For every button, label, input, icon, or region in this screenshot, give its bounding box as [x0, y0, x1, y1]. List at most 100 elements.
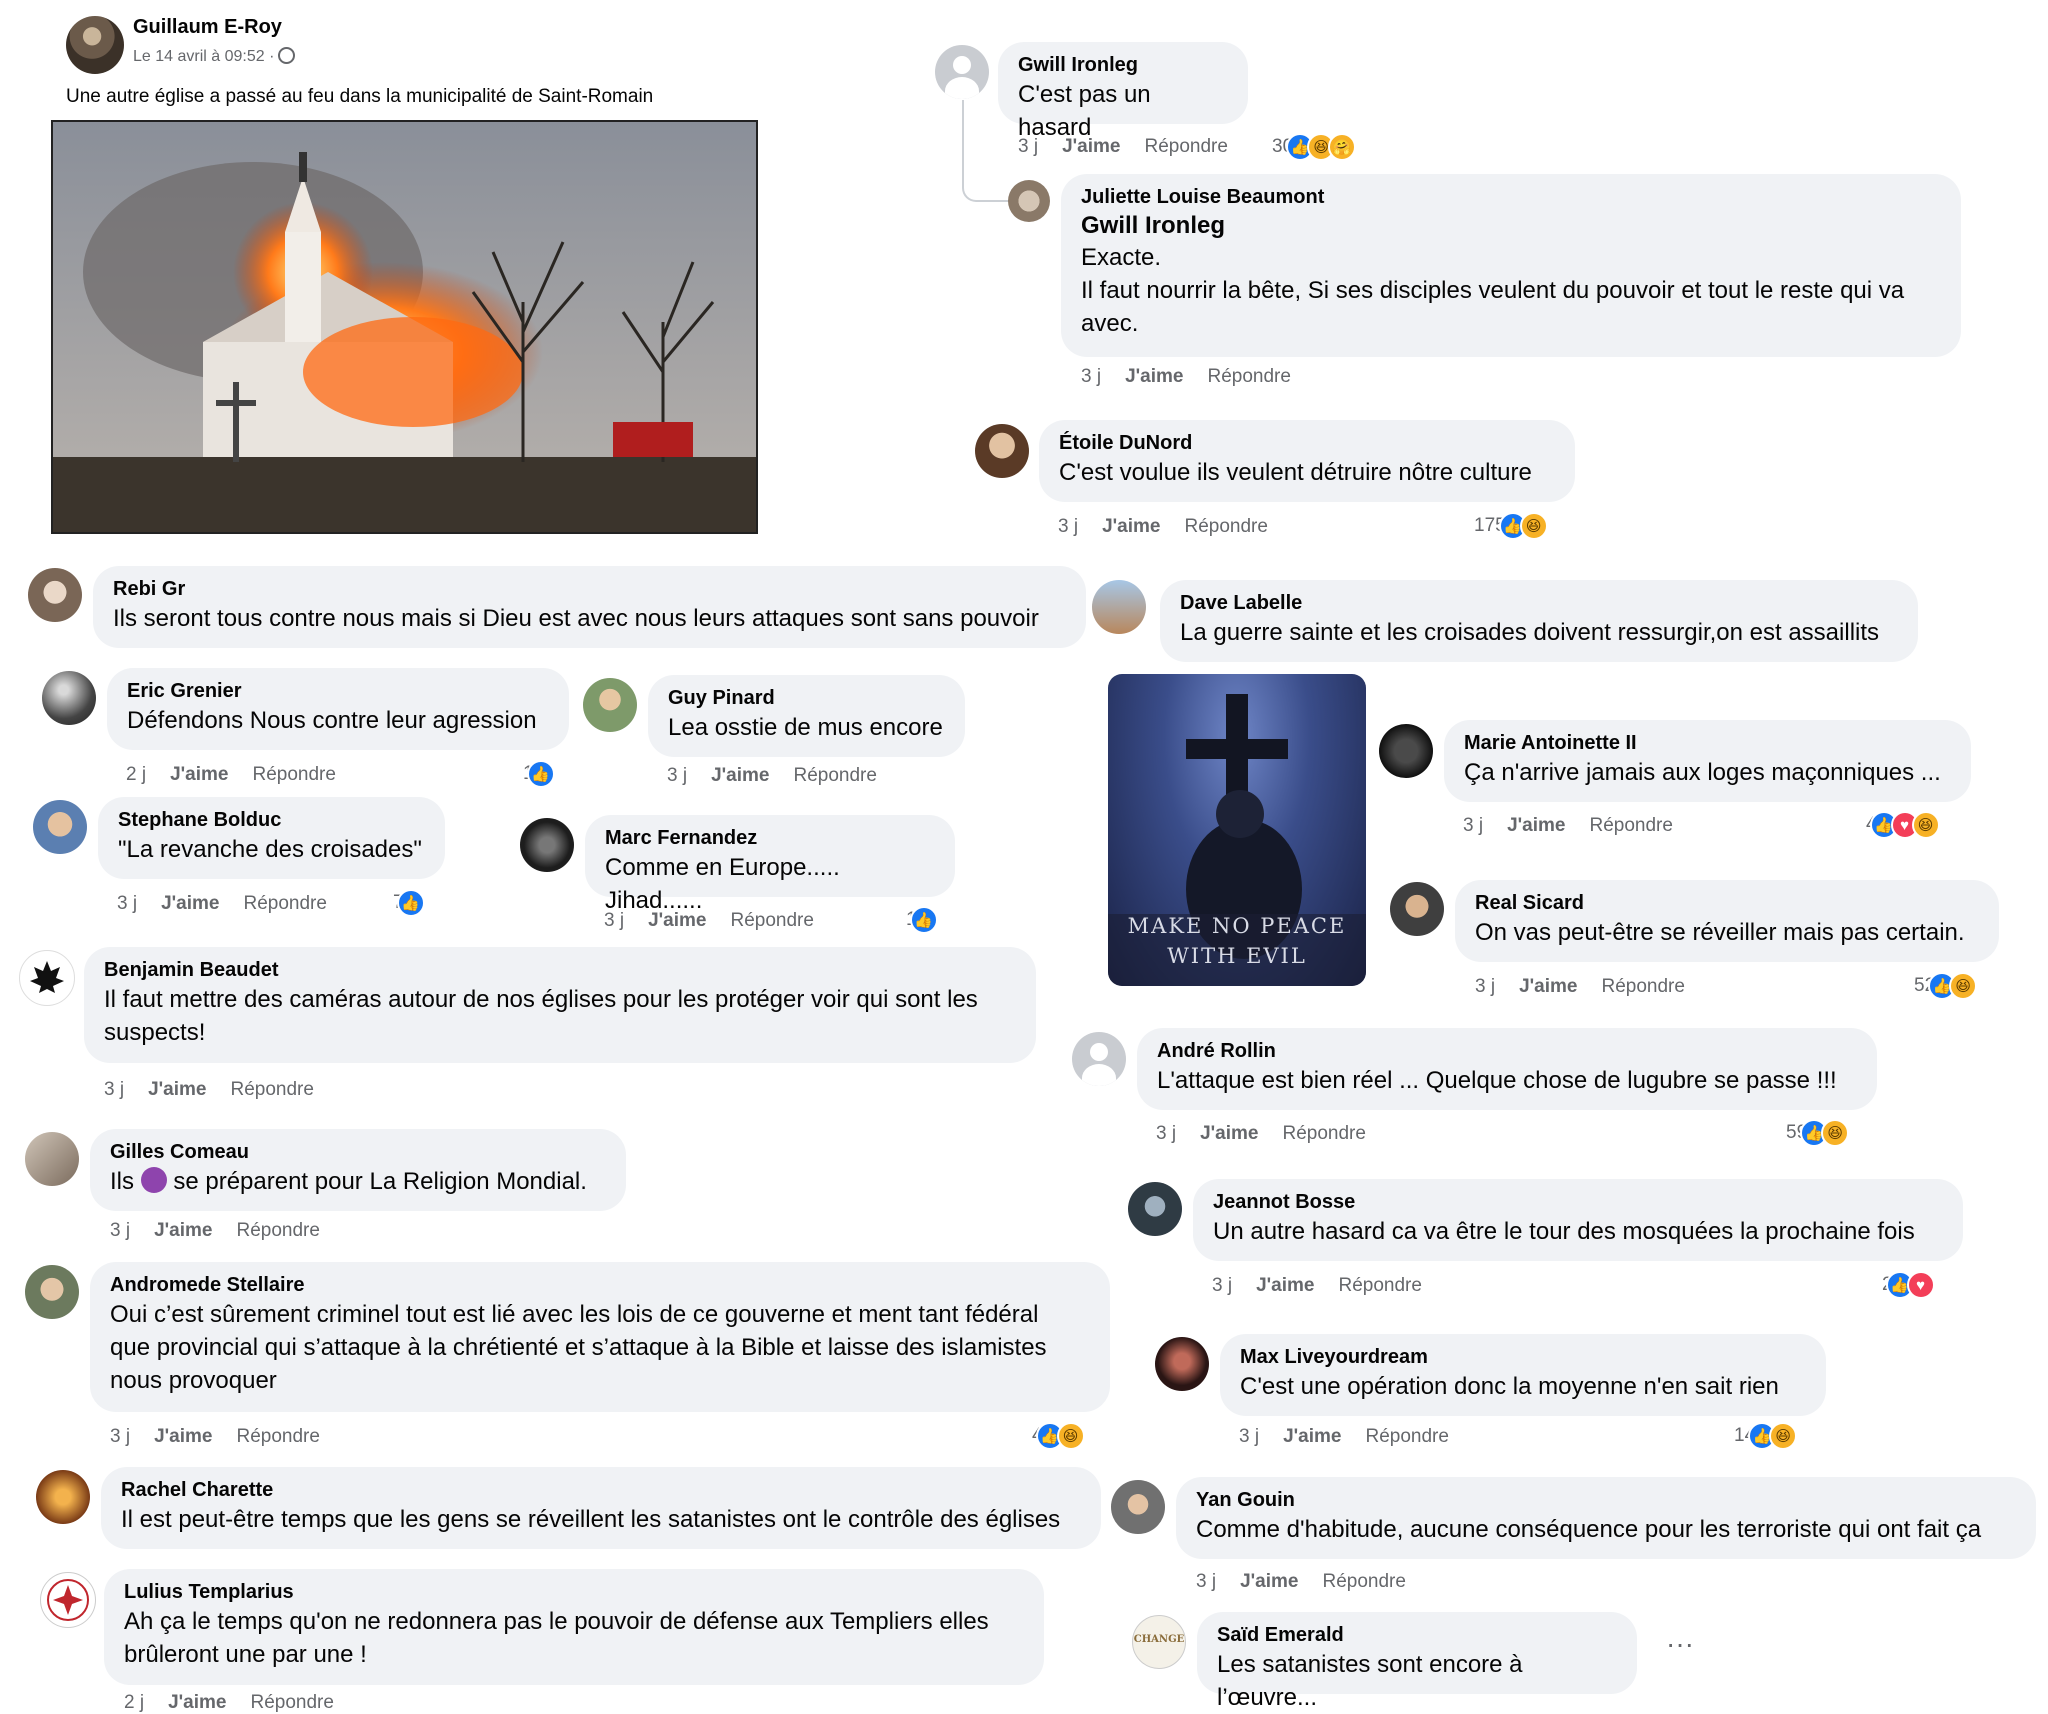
reply-button[interactable]: Répondre: [730, 910, 813, 931]
like-button[interactable]: J'aime: [1200, 1123, 1258, 1144]
reply-button[interactable]: Répondre: [252, 764, 335, 785]
avatar-jeannot[interactable]: [1128, 1182, 1182, 1236]
comment-author-marie[interactable]: Marie Antoinette II: [1464, 730, 1951, 756]
like-button[interactable]: J'aime: [148, 1079, 206, 1100]
comment-author-gwill[interactable]: Gwill Ironleg: [1018, 52, 1228, 78]
comment-author-marc[interactable]: Marc Fernandez: [605, 825, 935, 851]
avatar-lulius[interactable]: [40, 1572, 96, 1628]
reactions-marie[interactable]: 4 👍♥😆: [1866, 811, 1940, 839]
comment-time[interactable]: 3 j: [1463, 815, 1483, 836]
comment-author-andromede[interactable]: Andromede Stellaire: [110, 1272, 1090, 1298]
post-photo-church-fire[interactable]: [51, 120, 758, 534]
post-author-name[interactable]: Guillaum E-Roy: [133, 16, 282, 39]
like-button[interactable]: J'aime: [170, 764, 228, 785]
comment-time[interactable]: 3 j: [1081, 366, 1101, 387]
reply-button[interactable]: Répondre: [1589, 815, 1672, 836]
reply-button[interactable]: Répondre: [1338, 1275, 1421, 1296]
comment-author-etoile[interactable]: Étoile DuNord: [1059, 430, 1555, 456]
avatar-dave[interactable]: [1092, 580, 1146, 634]
avatar-rachel[interactable]: [36, 1470, 90, 1524]
like-button[interactable]: J'aime: [161, 893, 219, 914]
comment-author-max[interactable]: Max Liveyourdream: [1240, 1344, 1806, 1370]
comment-author-lulius[interactable]: Lulius Templarius: [124, 1579, 1024, 1605]
comment-author-rachel[interactable]: Rachel Charette: [121, 1477, 1081, 1503]
like-button[interactable]: J'aime: [1062, 136, 1120, 157]
avatar-andromede[interactable]: [25, 1265, 79, 1319]
avatar-gilles[interactable]: [25, 1132, 79, 1186]
reactions-etoile[interactable]: 175 👍 😆: [1474, 512, 1548, 540]
avatar-yan[interactable]: [1111, 1480, 1165, 1534]
like-button[interactable]: J'aime: [1125, 366, 1183, 387]
like-button[interactable]: J'aime: [1283, 1426, 1341, 1447]
reactions-eric[interactable]: 1 👍: [523, 760, 555, 788]
more-options-icon[interactable]: ···: [1666, 1628, 1694, 1660]
comment-time[interactable]: 3 j: [1475, 976, 1495, 997]
comment-time[interactable]: 3 j: [1212, 1275, 1232, 1296]
comment-author-real[interactable]: Real Sicard: [1475, 890, 1979, 916]
like-button[interactable]: J'aime: [648, 910, 706, 931]
comment-time[interactable]: 3 j: [110, 1426, 130, 1447]
reactions-stephane[interactable]: 7 👍: [393, 889, 425, 917]
like-button[interactable]: J'aime: [1519, 976, 1577, 997]
like-button[interactable]: J'aime: [154, 1426, 212, 1447]
avatar-andre[interactable]: [1072, 1032, 1126, 1086]
comment-author-dave[interactable]: Dave Labelle: [1180, 590, 1898, 616]
comment-time[interactable]: 3 j: [1239, 1426, 1259, 1447]
comment-time[interactable]: 2 j: [126, 764, 146, 785]
reply-button[interactable]: Répondre: [1322, 1571, 1405, 1592]
comment-author-gilles[interactable]: Gilles Comeau: [110, 1139, 606, 1165]
reply-button[interactable]: Répondre: [1601, 976, 1684, 997]
avatar-guy[interactable]: [583, 678, 637, 732]
comment-time[interactable]: 3 j: [1058, 516, 1078, 537]
reply-button[interactable]: Répondre: [1282, 1123, 1365, 1144]
reply-button[interactable]: Répondre: [1207, 366, 1290, 387]
comment-author-guy[interactable]: Guy Pinard: [668, 685, 945, 711]
avatar-gwill[interactable]: [935, 45, 989, 99]
comment-author-benjamin[interactable]: Benjamin Beaudet: [104, 957, 1016, 983]
reactions-andre[interactable]: 59 👍 😆: [1786, 1119, 1850, 1147]
reply-button[interactable]: Répondre: [236, 1426, 319, 1447]
reply-button[interactable]: Répondre: [1365, 1426, 1448, 1447]
like-button[interactable]: J'aime: [711, 765, 769, 786]
comment-time[interactable]: 3 j: [1196, 1571, 1216, 1592]
reply-button[interactable]: Répondre: [230, 1079, 313, 1100]
post-date[interactable]: Le 14 avril à 09:52 ·: [133, 48, 274, 65]
avatar-stephane[interactable]: [33, 800, 87, 854]
reply-button[interactable]: Répondre: [1144, 136, 1227, 157]
comment-time[interactable]: 3 j: [117, 893, 137, 914]
reactions-max[interactable]: 14 👍 😆: [1734, 1422, 1798, 1450]
avatar-eric[interactable]: [42, 671, 96, 725]
reactions-gwill[interactable]: 30 👍 😆 🤗: [1272, 133, 1357, 161]
reactions-marc[interactable]: 1 👍: [906, 906, 938, 934]
reply-button[interactable]: Répondre: [1184, 516, 1267, 537]
reactions-real[interactable]: 52 👍 😆: [1914, 972, 1978, 1000]
comment-time[interactable]: 3 j: [110, 1220, 130, 1241]
avatar-said[interactable]: CHANGE: [1132, 1615, 1186, 1669]
reply-button[interactable]: Répondre: [793, 765, 876, 786]
like-button[interactable]: J'aime: [1240, 1571, 1298, 1592]
comment-time[interactable]: 3 j: [104, 1079, 124, 1100]
comment-author-andre[interactable]: André Rollin: [1157, 1038, 1857, 1064]
comment-time[interactable]: 3 j: [667, 765, 687, 786]
reactions-andromede[interactable]: 4 👍😆: [1032, 1422, 1085, 1450]
reply-button[interactable]: Répondre: [236, 1220, 319, 1241]
like-button[interactable]: J'aime: [154, 1220, 212, 1241]
comment-author-stephane[interactable]: Stephane Bolduc: [118, 807, 425, 833]
like-button[interactable]: J'aime: [1102, 516, 1160, 537]
comment-time[interactable]: 3 j: [1018, 136, 1038, 157]
like-button[interactable]: J'aime: [1507, 815, 1565, 836]
avatar-marie[interactable]: [1379, 724, 1433, 778]
comment-author-juliette[interactable]: Juliette Louise Beaumont: [1081, 184, 1941, 210]
comment-author-eric[interactable]: Eric Grenier: [127, 678, 549, 704]
post-timestamp[interactable]: Le 14 avril à 09:52 ·: [133, 47, 296, 66]
post-author-avatar[interactable]: [66, 16, 124, 74]
like-button[interactable]: J'aime: [1256, 1275, 1314, 1296]
comment-image-make-no-peace[interactable]: MAKE NO PEACE WITH EVIL: [1108, 674, 1366, 986]
avatar-real[interactable]: [1390, 882, 1444, 936]
avatar-etoile[interactable]: [975, 424, 1029, 478]
comment-author-said[interactable]: Saïd Emerald: [1217, 1622, 1617, 1648]
avatar-juliette[interactable]: [1008, 180, 1050, 222]
reply-button[interactable]: Répondre: [243, 893, 326, 914]
avatar-rebi[interactable]: [28, 568, 82, 622]
mention-tag[interactable]: Gwill Ironleg: [1081, 210, 1941, 241]
